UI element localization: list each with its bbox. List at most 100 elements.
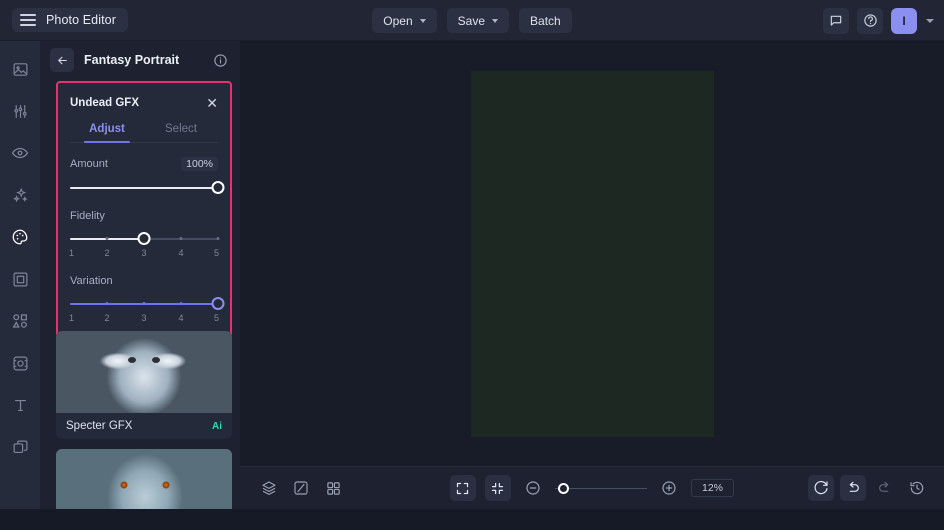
variation-tick-label-3: 3 (141, 313, 147, 323)
panel-info-button[interactable] (213, 53, 228, 68)
rail-item-text[interactable] (6, 391, 34, 419)
layers-button[interactable] (256, 475, 282, 501)
sparkles-icon (12, 187, 28, 202)
zoom-in-button[interactable] (656, 475, 682, 501)
dialog-header: Undead GFX ✕ (70, 93, 218, 113)
amount-field: Amount 100% (70, 157, 225, 196)
avatar-initial: I (902, 13, 906, 28)
variation-slider[interactable] (70, 296, 225, 312)
rail-item-preview[interactable] (6, 139, 34, 167)
amount-slider[interactable] (70, 180, 225, 196)
fidelity-scale: 1 2 3 4 5 (68, 248, 220, 261)
app-menu-button[interactable]: Photo Editor (12, 8, 128, 32)
amount-slider-knob[interactable] (211, 181, 225, 194)
tab-adjust[interactable]: Adjust (70, 123, 144, 143)
layers-icon (262, 481, 276, 496)
history-controls (808, 475, 930, 501)
variation-tick-label-1: 1 (68, 313, 74, 323)
open-button[interactable]: Open (372, 8, 437, 33)
avatar[interactable]: I (891, 7, 917, 34)
fidelity-tick-label-4: 4 (178, 248, 184, 258)
fit-screen-button[interactable] (484, 475, 511, 501)
dialog-title: Undead GFX (70, 97, 140, 109)
fidelity-tick-4 (179, 237, 183, 241)
zoom-level-value[interactable]: 12% (690, 479, 734, 497)
fidelity-tick-label-5: 5 (214, 248, 220, 258)
batch-button[interactable]: Batch (519, 8, 572, 33)
variation-tick-label-2: 2 (104, 313, 110, 323)
preset-card-specter-gfx[interactable]: Specter GFX Ai (56, 331, 232, 439)
effects-panel: Fantasy Portrait Undead GFX ✕ Adjust Sel… (40, 41, 240, 530)
top-center-actions: Open Save Batch (0, 0, 944, 41)
canvas-area[interactable] (240, 41, 944, 466)
focus-icon (13, 356, 27, 370)
rail-item-image[interactable] (6, 55, 34, 83)
variation-tick-2 (105, 302, 109, 306)
rail-item-shapes[interactable] (6, 307, 34, 335)
history-button[interactable] (904, 475, 930, 501)
sliders-icon (13, 104, 27, 118)
arrow-left-icon (57, 56, 67, 64)
save-label: Save (457, 13, 486, 28)
close-icon[interactable]: ✕ (206, 96, 218, 110)
compare-button[interactable] (288, 475, 314, 501)
reset-icon (814, 481, 828, 495)
top-toolbar: Photo Editor Open Save Batch I (0, 0, 944, 41)
redo-button[interactable] (872, 475, 898, 501)
fidelity-slider[interactable] (70, 231, 220, 247)
reset-button[interactable] (808, 475, 834, 501)
fidelity-tick-label-1: 1 (68, 248, 74, 258)
panel-header: Fantasy Portrait (40, 41, 240, 79)
zoom-out-icon (526, 481, 540, 495)
eye-icon (11, 147, 29, 159)
hamburger-icon (20, 14, 36, 26)
account-chevron-down-icon[interactable] (926, 18, 934, 23)
undo-button[interactable] (840, 475, 866, 501)
variation-tick-label-5: 5 (214, 313, 220, 323)
fidelity-slider-knob[interactable] (137, 232, 151, 245)
variation-slider-knob[interactable] (211, 297, 225, 310)
amount-value: 100% (181, 157, 218, 171)
rail-item-focus[interactable] (6, 349, 34, 377)
canvas-image[interactable] (470, 70, 714, 437)
grid-button[interactable] (320, 475, 346, 501)
variation-scale: 1 2 3 4 5 (68, 313, 220, 326)
amount-label: Amount (70, 158, 108, 170)
zoom-slider-knob[interactable] (557, 482, 569, 494)
bottom-toolbar: 12% (240, 466, 944, 509)
variation-tick-4 (179, 302, 183, 306)
preset-name: Specter GFX (66, 420, 133, 432)
rail-item-layers[interactable] (6, 433, 34, 461)
frame-icon (13, 272, 27, 286)
fidelity-tick-label-2: 2 (104, 248, 110, 258)
help-button[interactable] (857, 7, 883, 34)
feedback-button[interactable] (823, 7, 849, 34)
zoom-slider[interactable] (554, 481, 647, 495)
left-tool-rail (0, 41, 40, 530)
layers-copy-icon (13, 440, 27, 453)
text-icon (14, 399, 26, 411)
variation-tick-label-4: 4 (178, 313, 184, 323)
fidelity-label: Fidelity (70, 210, 105, 222)
tab-select[interactable]: Select (144, 123, 218, 142)
fullscreen-icon (457, 482, 469, 494)
rail-item-adjust[interactable] (6, 97, 34, 125)
palette-icon (12, 229, 28, 245)
bottom-left-tools (256, 475, 346, 501)
panel-back-button[interactable] (50, 48, 74, 72)
rail-item-styles[interactable] (6, 223, 34, 251)
chevron-down-icon (419, 18, 426, 23)
preset-thumbnail-art (56, 331, 232, 413)
fullscreen-button[interactable] (449, 475, 476, 501)
save-button[interactable]: Save (446, 8, 510, 33)
status-bar (0, 509, 944, 530)
variation-tick-3 (142, 302, 146, 306)
fidelity-tick-5 (216, 237, 220, 241)
image-icon (13, 62, 27, 76)
fidelity-tick-label-3: 3 (141, 248, 147, 258)
preset-card-footer: Specter GFX Ai (56, 413, 232, 439)
rail-item-frame[interactable] (6, 265, 34, 293)
variation-field: Variation 1 2 3 4 5 (68, 275, 225, 326)
rail-item-effects[interactable] (6, 181, 34, 209)
zoom-out-button[interactable] (520, 475, 546, 501)
